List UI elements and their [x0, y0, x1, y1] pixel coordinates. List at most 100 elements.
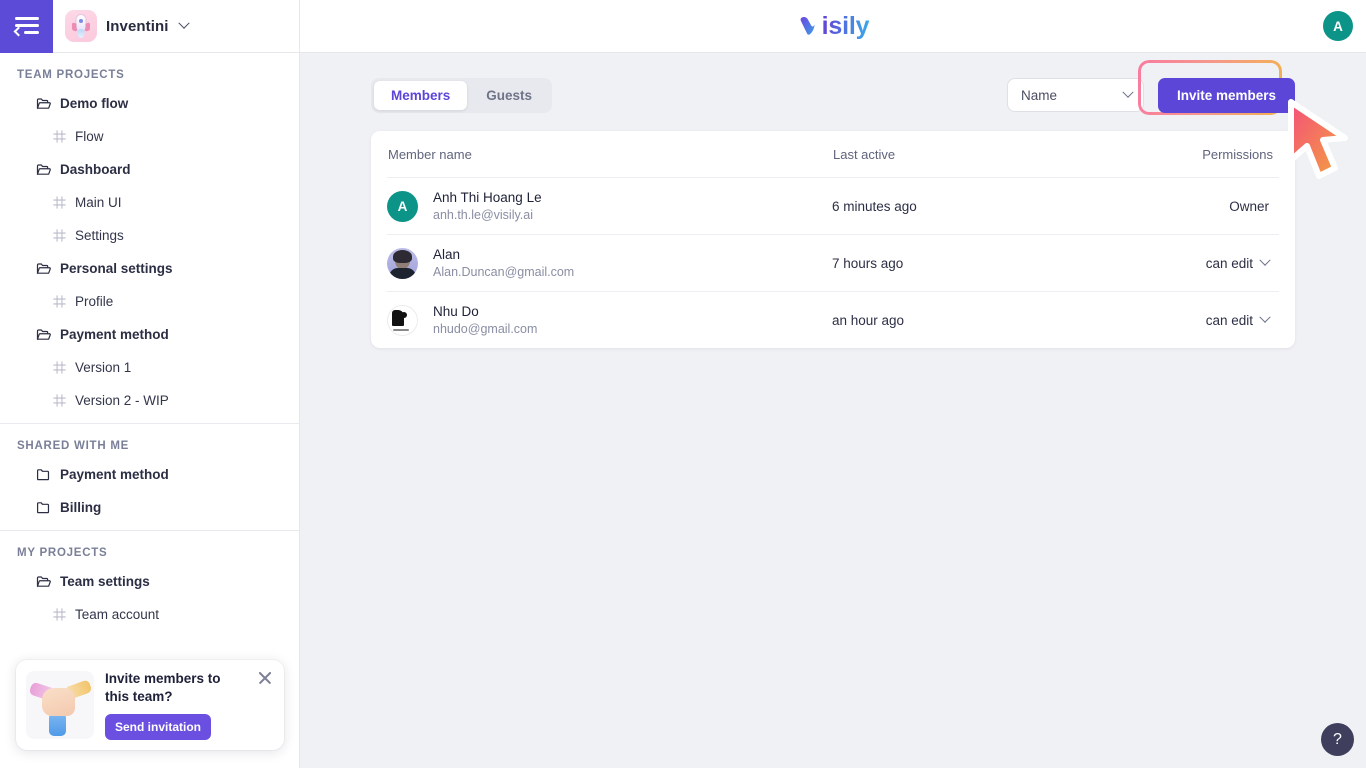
sidebar-item-label: Version 2 - WIP	[75, 393, 169, 408]
members-toolbar: Members Guests Name Invite members	[371, 59, 1295, 115]
members-guests-tabs: Members Guests	[371, 77, 553, 113]
chevron-down-icon	[1259, 311, 1271, 323]
sidebar-item-shared-payment-method[interactable]: Payment method	[0, 458, 299, 491]
tab-guests[interactable]: Guests	[469, 81, 549, 110]
sidebar-item-version-1[interactable]: Version 1	[0, 351, 299, 384]
frame-icon	[53, 608, 66, 621]
main-area: isily A Members Guests Name Invite membe…	[300, 0, 1366, 768]
rocket-avatar-icon	[65, 10, 97, 42]
sidebar-item-version-2-wip[interactable]: Version 2 - WIP	[0, 384, 299, 417]
sidebar: Inventini TEAM PROJECTS Demo flow Flow D	[0, 0, 300, 768]
sort-select[interactable]: Name	[1006, 78, 1144, 112]
avatar	[387, 247, 418, 279]
chevron-down-icon	[177, 17, 190, 29]
sidebar-section-my-projects: MY PROJECTS Team settings Team account	[0, 530, 299, 637]
tab-members[interactable]: Members	[374, 80, 468, 110]
permission-dropdown[interactable]: can edit	[1162, 311, 1274, 328]
sidebar-item-dashboard[interactable]: Dashboard	[0, 153, 299, 186]
member-cell: Alan Alan.Duncan@gmail.com	[387, 247, 832, 280]
sidebar-collapse-button[interactable]	[0, 0, 53, 53]
table-row[interactable]: A Anh Thi Hoang Le anh.th.le@visily.ai 6…	[387, 177, 1279, 234]
sidebar-item-label: Profile	[75, 294, 114, 309]
content-area: Members Guests Name Invite members Membe…	[300, 53, 1366, 768]
chevron-down-icon	[1122, 86, 1134, 98]
last-active-cell: 7 hours ago	[832, 255, 904, 271]
hands-together-icon	[26, 671, 94, 739]
sidebar-section-shared-with-me: SHARED WITH ME Payment method Billing	[0, 423, 299, 530]
close-icon[interactable]	[256, 669, 274, 687]
sidebar-item-demo-flow[interactable]: Demo flow	[0, 87, 299, 120]
visily-logo-text: isily	[821, 11, 870, 40]
folder-open-icon	[36, 98, 51, 109]
avatar: A	[387, 190, 418, 222]
sidebar-item-flow[interactable]: Flow	[0, 120, 299, 153]
sidebar-item-team-account[interactable]: Team account	[0, 598, 299, 631]
sidebar-item-label: Personal settings	[60, 261, 173, 276]
sidebar-item-team-settings[interactable]: Team settings	[0, 565, 299, 598]
permission-text: can edit	[1205, 255, 1253, 271]
member-name: Nhu Do	[433, 303, 479, 319]
sort-select-value: Name	[1020, 87, 1057, 103]
chevron-down-icon	[1259, 254, 1271, 266]
toolbar-right: Name Invite members	[1006, 59, 1295, 115]
folder-open-icon	[36, 164, 51, 175]
section-title-shared-with-me: SHARED WITH ME	[17, 440, 130, 452]
sidebar-item-label: Billing	[60, 500, 102, 515]
app-root: Inventini TEAM PROJECTS Demo flow Flow D	[0, 0, 1366, 768]
member-email: nhudo@gmail.com	[433, 322, 538, 337]
sidebar-item-label: Payment method	[60, 467, 169, 482]
send-invitation-button[interactable]: Send invitation	[105, 714, 212, 741]
sidebar-item-payment-method[interactable]: Payment method	[0, 318, 299, 351]
avatar[interactable]: A	[1323, 11, 1353, 41]
sidebar-item-settings[interactable]: Settings	[0, 219, 299, 252]
member-identity: Alan Alan.Duncan@gmail.com	[433, 247, 574, 280]
permission-text: Owner	[1229, 198, 1269, 214]
sidebar-item-billing[interactable]: Billing	[0, 491, 299, 524]
top-bar: isily A	[300, 0, 1366, 53]
team-name: Inventini	[106, 17, 169, 35]
permissions-cell: can edit	[1162, 311, 1279, 328]
sidebar-item-label: Settings	[75, 228, 124, 243]
column-header-member-name: Member name	[388, 146, 472, 162]
sidebar-item-label: Main UI	[75, 195, 122, 210]
permissions-cell: Owner	[1162, 199, 1279, 214]
sidebar-section-team-projects: TEAM PROJECTS Demo flow Flow Dashboard M…	[0, 53, 299, 423]
visily-logo: isily	[797, 11, 870, 41]
frame-icon	[53, 361, 66, 374]
column-header-permissions: Permissions	[1202, 146, 1273, 162]
member-email: anh.th.le@visily.ai	[433, 208, 533, 223]
permission-text: can edit	[1205, 312, 1253, 328]
invite-promo-content: Invite members to this team? Send invita…	[105, 670, 272, 741]
invite-members-wrapper: Invite members	[1137, 59, 1295, 115]
member-identity: Anh Thi Hoang Le anh.th.le@visily.ai	[433, 190, 542, 223]
section-title-my-projects: MY PROJECTS	[17, 547, 108, 559]
sidebar-item-label: Team settings	[60, 574, 150, 589]
table-row[interactable]: Nhu Do nhudo@gmail.com an hour ago can e…	[387, 291, 1279, 348]
invite-promo-card: Invite members to this team? Send invita…	[16, 660, 284, 750]
sidebar-item-label: Flow	[75, 129, 104, 144]
avatar	[387, 304, 418, 336]
table-header-row: Member name Last active Permissions	[387, 131, 1279, 177]
help-button[interactable]: ?	[1321, 723, 1354, 756]
frame-icon	[53, 394, 66, 407]
invite-promo-title: Invite members to this team?	[105, 670, 221, 704]
member-identity: Nhu Do nhudo@gmail.com	[433, 304, 537, 337]
team-switcher[interactable]: Inventini	[53, 10, 190, 42]
permission-value: Owner	[1162, 199, 1274, 214]
permission-dropdown[interactable]: can edit	[1162, 254, 1274, 271]
section-title-team-projects: TEAM PROJECTS	[17, 69, 125, 81]
sidebar-item-label: Version 1	[75, 360, 132, 375]
table-row[interactable]: Alan Alan.Duncan@gmail.com 7 hours ago c…	[387, 234, 1279, 291]
folder-icon	[36, 469, 50, 481]
folder-icon	[36, 502, 50, 514]
invite-members-button[interactable]: Invite members	[1157, 77, 1295, 113]
sidebar-item-personal-settings[interactable]: Personal settings	[0, 252, 299, 285]
frame-icon	[53, 196, 66, 209]
sidebar-item-label: Demo flow	[60, 96, 129, 111]
folder-open-icon	[36, 329, 51, 340]
member-name: Alan	[433, 246, 461, 262]
last-active-cell: an hour ago	[832, 312, 905, 328]
sidebar-item-profile[interactable]: Profile	[0, 285, 299, 318]
frame-icon	[53, 130, 66, 143]
sidebar-item-main-ui[interactable]: Main UI	[0, 186, 299, 219]
